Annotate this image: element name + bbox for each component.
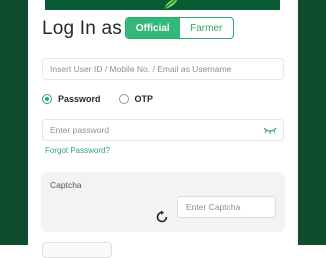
page-title: Log In as — [42, 18, 122, 39]
auth-method-radio-group: Password OTP — [42, 94, 171, 104]
radio-unselected-icon — [118, 94, 129, 104]
captcha-section: Captcha Enter Captcha — [41, 172, 285, 232]
left-background-panel — [0, 0, 28, 245]
bottom-button-partial[interactable] — [42, 242, 112, 258]
user-id-placeholder: Insert User ID / Mobile No. / Email as U… — [50, 64, 232, 74]
right-background-panel — [298, 0, 326, 245]
refresh-icon[interactable] — [155, 210, 169, 224]
password-input[interactable]: Enter password — [42, 119, 284, 141]
leaf-logo-icon — [163, 0, 178, 10]
eye-hidden-icon[interactable] — [263, 125, 277, 135]
radio-selected-icon — [42, 94, 52, 104]
toggle-farmer[interactable]: Farmer — [180, 18, 234, 38]
radio-otp-label: OTP — [134, 94, 154, 104]
forgot-password-link[interactable]: Forgot Password? — [45, 146, 110, 155]
captcha-label: Captcha — [50, 180, 82, 190]
captcha-input[interactable]: Enter Captcha — [177, 196, 276, 218]
toggle-official[interactable]: Official — [126, 18, 180, 38]
radio-password[interactable]: Password — [42, 94, 101, 104]
radio-password-label: Password — [58, 94, 101, 104]
radio-otp[interactable]: OTP — [118, 94, 154, 104]
captcha-placeholder: Enter Captcha — [186, 202, 241, 212]
user-id-input[interactable]: Insert User ID / Mobile No. / Email as U… — [42, 58, 284, 80]
top-banner-logo — [45, 0, 280, 10]
login-card: Log In as Official Farmer Insert User ID… — [28, 10, 298, 258]
password-placeholder: Enter password — [50, 125, 110, 135]
login-type-toggle: Official Farmer — [125, 17, 234, 39]
